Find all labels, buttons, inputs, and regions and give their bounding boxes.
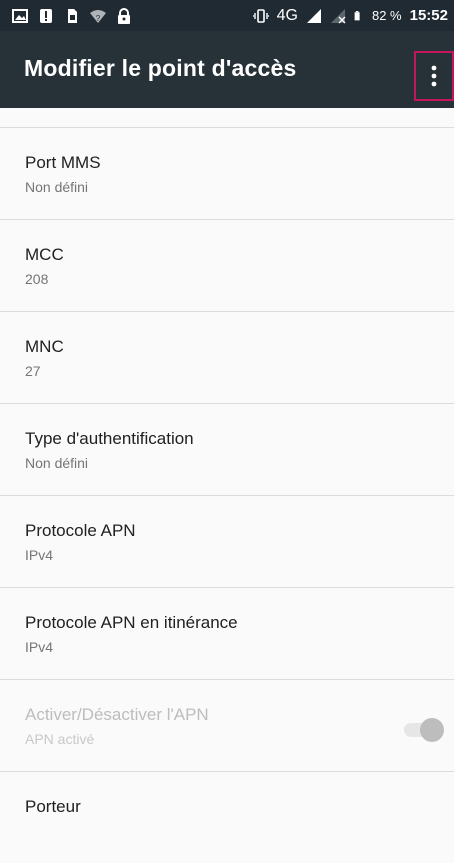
- svg-text:?: ?: [96, 14, 101, 23]
- setting-title: Protocole APN en itinérance: [25, 613, 238, 632]
- setting-summary: 208: [25, 271, 49, 287]
- setting-title: Porteur: [25, 797, 81, 816]
- status-bar-right: 4G 82 % 15:52: [252, 6, 448, 25]
- setting-title: Protocole APN: [25, 521, 136, 540]
- setting-title: Port MMS: [25, 153, 101, 172]
- apn-enable-toggle[interactable]: [402, 718, 446, 742]
- overflow-menu-button[interactable]: [414, 51, 454, 101]
- setting-mcc[interactable]: MCC 208: [0, 219, 454, 311]
- alert-icon: [40, 8, 52, 23]
- image-icon: [12, 8, 28, 23]
- setting-summary: Non défini: [25, 455, 89, 471]
- battery-icon: [354, 10, 360, 20]
- vibrate-icon: [252, 8, 269, 23]
- setting-apn-protocol[interactable]: Protocole APN IPv4: [0, 495, 454, 587]
- page-title: Modifier le point d'accès: [24, 55, 297, 81]
- setting-summary: 27: [25, 363, 41, 379]
- wifi-question-icon: ?: [90, 9, 106, 23]
- setting-auth-type[interactable]: Type d'authentification Non défini: [0, 403, 454, 495]
- setting-title: Type d'authentification: [25, 429, 194, 448]
- battery-percent: 82 %: [371, 8, 402, 23]
- setting-bearer[interactable]: Porteur: [0, 771, 454, 863]
- signal-roaming-icon: [306, 8, 321, 23]
- sim-icon: [68, 8, 77, 23]
- setting-apn-roaming-protocol[interactable]: Protocole APN en itinérance IPv4: [0, 587, 454, 679]
- app-toolbar: Modifier le point d'accès: [0, 31, 454, 108]
- clock: 15:52: [409, 7, 448, 24]
- setting-title: Activer/Désactiver l'APN: [25, 705, 209, 724]
- lock-icon: [118, 7, 130, 24]
- network-type: 4G: [276, 6, 298, 24]
- toggle-thumb: [420, 718, 444, 742]
- setting-mms-port[interactable]: Port MMS Non défini: [0, 127, 454, 219]
- signal-empty-icon: [330, 8, 346, 23]
- setting-summary: IPv4: [25, 547, 54, 563]
- setting-mnc[interactable]: MNC 27: [0, 311, 454, 403]
- status-bar: ? 4G 82 % 15:52: [0, 0, 454, 31]
- setting-apn-enable[interactable]: Activer/Désactiver l'APN APN activé: [0, 679, 454, 771]
- setting-summary: APN activé: [25, 731, 95, 747]
- setting-title: MNC: [25, 337, 64, 356]
- setting-title: MCC: [25, 245, 64, 264]
- more-vertical-icon: [431, 65, 437, 87]
- status-bar-left: ?: [12, 7, 132, 24]
- setting-summary: Non défini: [25, 179, 89, 195]
- setting-summary: IPv4: [25, 639, 54, 655]
